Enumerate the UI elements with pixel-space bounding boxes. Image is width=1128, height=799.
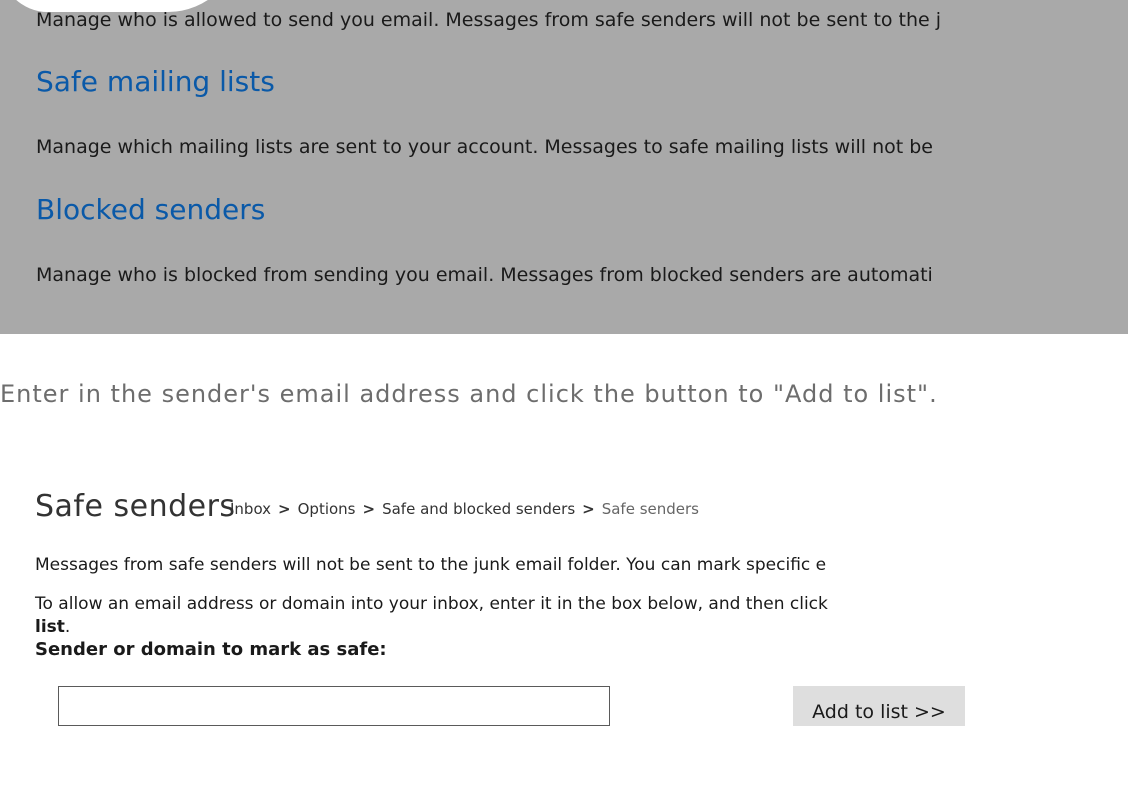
breadcrumb-separator: > — [362, 500, 376, 518]
breadcrumb-separator: > — [582, 500, 595, 518]
breadcrumb-separator: > — [278, 500, 291, 518]
allow-instructions-continued: list. — [35, 617, 70, 637]
safe-mailing-lists-description: Manage which mailing lists are sent to y… — [36, 136, 933, 158]
intro-text: Messages from safe senders will not be s… — [35, 555, 827, 575]
blocked-senders-link[interactable]: Blocked senders — [36, 193, 265, 226]
add-to-list-button[interactable]: Add to list >> — [793, 686, 965, 726]
safe-senders-screenshot: Safe senders Inbox > Options > Safe and bloc… — [0, 450, 1128, 799]
page-title: Safe senders — [35, 489, 236, 524]
options-screenshot-panel: Manage who is allowed to send you email.… — [0, 0, 1128, 334]
breadcrumb: Inbox > Options > Safe and blocked senders > S… — [230, 500, 699, 518]
allow-instructions: To allow an email address or domain into… — [35, 594, 828, 614]
breadcrumb-safe-and-blocked[interactable]: Safe and blocked senders — [382, 500, 575, 518]
allow-instructions-period: . — [64, 617, 71, 637]
instruction-text: Enter in the sender's email address and … — [0, 380, 938, 408]
safe-senders-description: Manage who is allowed to send you email.… — [36, 9, 942, 31]
safe-mailing-lists-link[interactable]: Safe mailing lists — [36, 65, 275, 98]
breadcrumb-options[interactable]: Options — [298, 500, 356, 518]
breadcrumb-inbox[interactable]: Inbox — [230, 500, 271, 518]
blocked-senders-description: Manage who is blocked from sending you e… — [36, 264, 933, 286]
breadcrumb-current: Safe senders — [601, 500, 699, 518]
sender-domain-input[interactable] — [58, 686, 610, 726]
allow-instructions-bold: list — [35, 617, 65, 637]
sender-field-label: Sender or domain to mark as safe: — [35, 639, 387, 660]
